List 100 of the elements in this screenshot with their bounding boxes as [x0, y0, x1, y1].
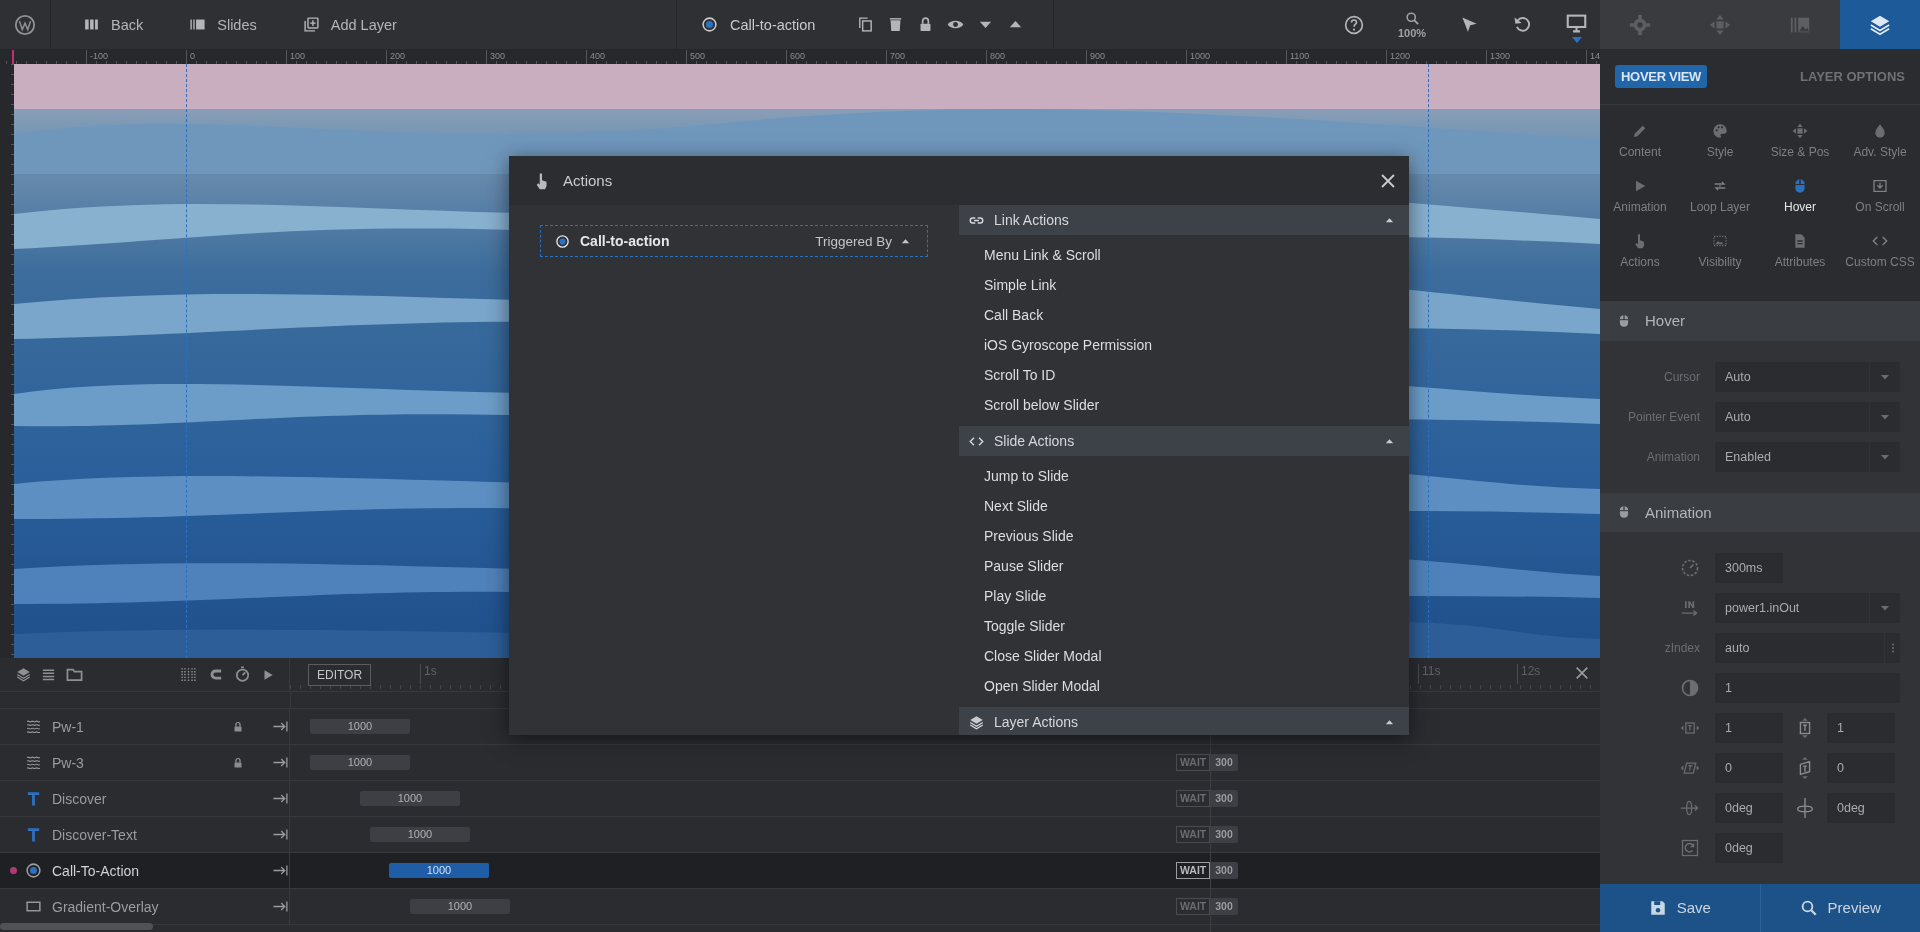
layer-name: Pw-3	[52, 754, 85, 771]
panel-tab[interactable]	[1840, 0, 1920, 50]
layers-icon[interactable]	[16, 667, 31, 682]
layer-row[interactable]: Discover 1000 WAIT 300	[0, 781, 1600, 817]
close-icon[interactable]	[1574, 665, 1590, 681]
waves-icon	[25, 718, 42, 735]
folder-icon[interactable]	[66, 666, 83, 683]
save-button[interactable]: Save	[1600, 883, 1760, 932]
timing-bar[interactable]: 1000	[360, 791, 460, 806]
action-item[interactable]: Toggle Slider	[959, 611, 1409, 641]
section-header[interactable]: Hover	[1600, 301, 1920, 341]
action-trigger[interactable]: Call-to-action Triggered By	[540, 225, 928, 257]
option-tab[interactable]: Style	[1680, 113, 1760, 169]
layers-icon	[969, 714, 984, 730]
mouse-icon	[1617, 505, 1631, 520]
input-field[interactable]: auto	[1715, 632, 1900, 663]
add-layer-icon	[302, 16, 320, 33]
undo-button[interactable]	[1513, 15, 1533, 34]
option-tab[interactable]: Actions	[1600, 223, 1680, 279]
input-field[interactable]: 0	[1715, 752, 1783, 783]
action-group-header[interactable]: Layer Actions	[959, 707, 1409, 735]
rotate-y-icon	[1794, 796, 1816, 819]
help-button[interactable]	[1344, 14, 1364, 35]
action-item[interactable]: Scroll To ID	[959, 360, 1409, 390]
option-tab[interactable]: Hover	[1760, 168, 1840, 224]
timing-bar[interactable]: 1000	[310, 755, 410, 770]
trigger-layer-name: Call-to-action	[580, 233, 671, 249]
editor-button[interactable]: EDITOR	[308, 664, 372, 686]
opacity-icon	[1680, 677, 1700, 698]
columns-icon[interactable]	[180, 666, 197, 683]
radio-icon	[701, 16, 718, 33]
action-item[interactable]: Pause Slider	[959, 551, 1409, 581]
action-group-header[interactable]: Link Actions	[959, 205, 1409, 235]
modal-title: Actions	[563, 172, 614, 189]
preview-button[interactable]: Preview	[1759, 883, 1920, 932]
undo-icon	[1513, 15, 1533, 34]
action-group-header[interactable]: Slide Actions	[959, 426, 1409, 456]
option-tab[interactable]: Size & Pos	[1760, 113, 1840, 169]
input-field[interactable]: 0deg	[1715, 832, 1783, 863]
action-item[interactable]: Menu Link & Scroll	[959, 240, 1409, 270]
close-button[interactable]	[1379, 171, 1397, 190]
layer-row[interactable]: Call-To-Action 1000 WAIT 300	[0, 853, 1600, 889]
timing-bar[interactable]: 1000	[410, 899, 510, 914]
layer-row[interactable]: Pw-3 1000 WAIT 300	[0, 745, 1600, 781]
input-field[interactable]: 0deg	[1827, 792, 1895, 823]
wait-value: 300	[1210, 826, 1238, 843]
scrollbar[interactable]	[0, 923, 153, 930]
back-button[interactable]: Back	[83, 0, 144, 49]
field-label: Animation	[1645, 449, 1700, 464]
select-field[interactable]: power1.inOut	[1715, 592, 1900, 623]
action-item[interactable]: Simple Link	[959, 270, 1409, 300]
layer-name: Discover-Text	[52, 826, 138, 843]
timing-bar[interactable]: 1000	[310, 719, 410, 734]
trash-icon	[887, 16, 904, 33]
action-item[interactable]: Next Slide	[959, 491, 1409, 521]
select-field[interactable]: Enabled	[1715, 441, 1900, 472]
zoom-button[interactable]: 100%	[1398, 10, 1427, 39]
select-field[interactable]: Auto	[1715, 401, 1900, 432]
section-header[interactable]: Animation	[1600, 492, 1920, 532]
action-item[interactable]: Call Back	[959, 300, 1409, 330]
wait-value: 300	[1210, 754, 1238, 771]
wait-label: WAIT	[1176, 754, 1211, 771]
select-field[interactable]: Auto	[1715, 361, 1900, 392]
action-item[interactable]: Previous Slide	[959, 521, 1409, 551]
add-layer-button[interactable]: Add Layer	[302, 0, 397, 49]
slides-button[interactable]: Slides	[189, 0, 257, 49]
input-field[interactable]: 0	[1827, 752, 1895, 783]
stopwatch-icon[interactable]	[234, 666, 251, 683]
layer-selector[interactable]: Call-to-action	[701, 16, 857, 33]
option-tab[interactable]: Content	[1600, 113, 1680, 169]
trash-button[interactable]	[887, 16, 904, 33]
input-field[interactable]: 300ms	[1715, 552, 1783, 583]
option-tab[interactable]: Visibility	[1680, 223, 1760, 279]
input-field[interactable]: 1	[1715, 712, 1783, 743]
hover-view-badge[interactable]: HOVER VIEW	[1615, 65, 1708, 89]
option-tab[interactable]: On Scroll	[1840, 168, 1920, 224]
action-item[interactable]: Open Slider Modal	[959, 671, 1409, 701]
input-field[interactable]: 1	[1827, 712, 1895, 743]
option-tab[interactable]: Custom CSS	[1840, 223, 1920, 279]
layer-name: Discover	[52, 790, 108, 807]
option-tab[interactable]: Animation	[1600, 168, 1680, 224]
action-item[interactable]: Play Slide	[959, 581, 1409, 611]
option-tab[interactable]: Adv. Style	[1840, 113, 1920, 169]
action-item[interactable]: Jump to Slide	[959, 461, 1409, 491]
timing-bar[interactable]: 1000	[370, 827, 470, 842]
save-icon	[1648, 898, 1667, 917]
action-item[interactable]: Scroll below Slider	[959, 390, 1409, 420]
option-tab[interactable]: Loop Layer	[1680, 168, 1760, 224]
list-icon[interactable]	[41, 667, 56, 682]
action-item[interactable]: Close Slider Modal	[959, 641, 1409, 671]
input-field[interactable]: 1	[1715, 672, 1900, 703]
help-icon	[1344, 14, 1364, 35]
triggered-by-toggle[interactable]: Triggered By	[815, 233, 911, 249]
timing-bar[interactable]: 1000	[389, 863, 489, 878]
search-icon	[1404, 10, 1420, 26]
input-field[interactable]: 0deg	[1715, 792, 1783, 823]
field-label: Pointer Event	[1626, 409, 1700, 424]
action-item[interactable]: iOS Gyroscope Permission	[959, 330, 1409, 360]
duplicate-button[interactable]	[857, 16, 874, 33]
option-tab[interactable]: Attributes	[1760, 223, 1840, 279]
